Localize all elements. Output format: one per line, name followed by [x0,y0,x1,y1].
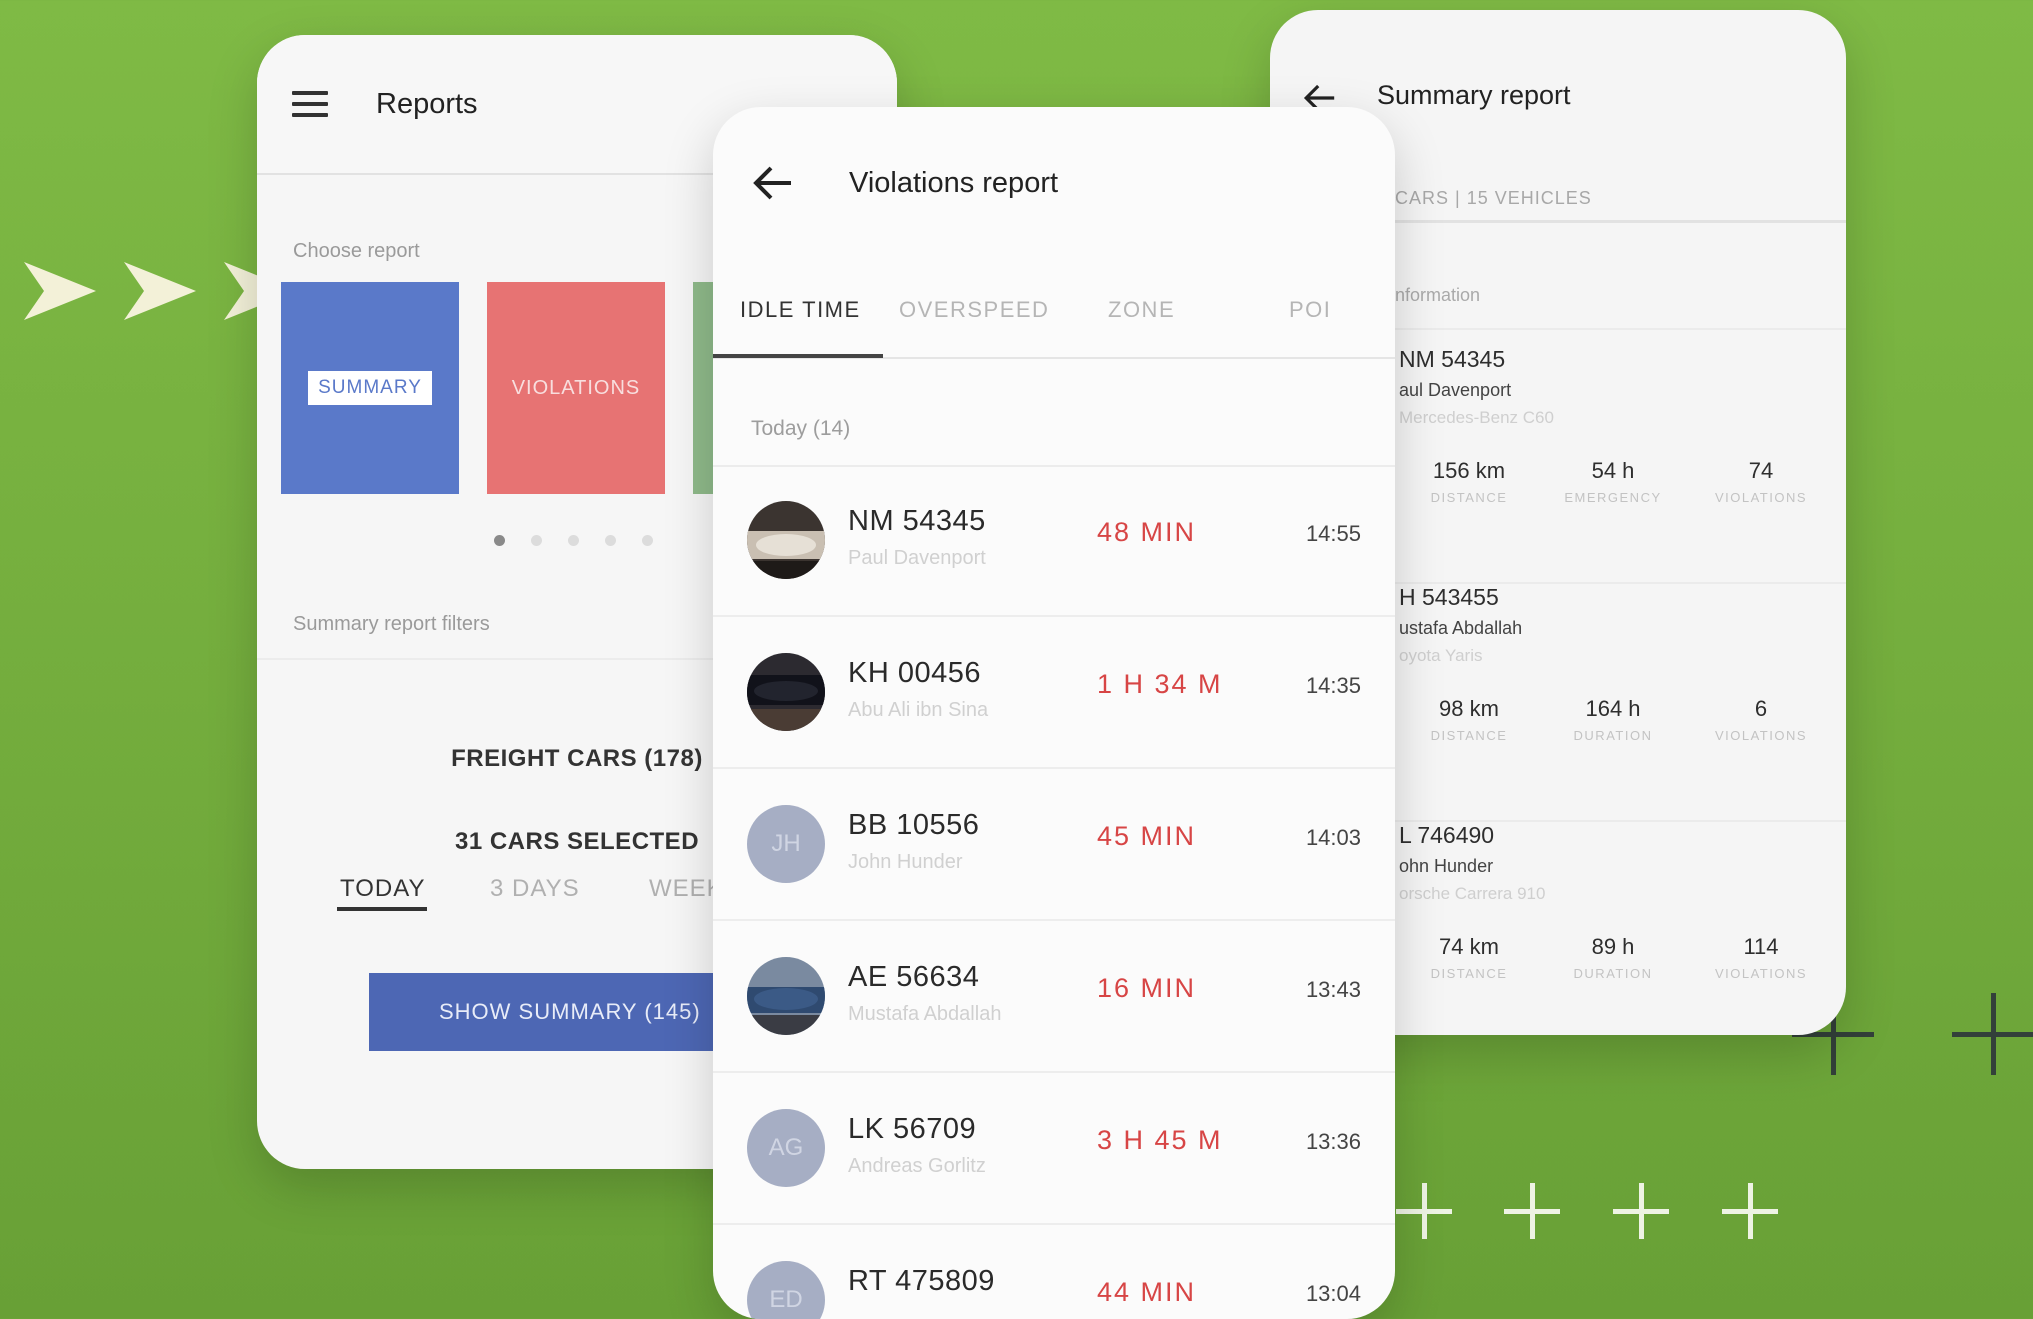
chevron-arrow-icon [124,262,196,320]
violation-type-tabs: IDLE TIME OVERSPEED ZONE POI [713,297,1395,359]
section-label: nformation [1395,285,1481,305]
tab-today[interactable]: TODAY [340,875,425,903]
stat-violations: 74 VIOLATIONS [1714,458,1808,505]
plus-decoration-icon [1504,1183,1560,1239]
plus-decoration-icon [1722,1183,1778,1239]
stat-violations: 114 VIOLATIONS [1714,934,1808,981]
back-arrow-icon[interactable] [751,163,793,203]
vehicle-plate: BB 10556 [848,809,980,841]
vehicle-plate: AE 56634 [848,961,980,993]
vehicle-plate: LK 56709 [848,1113,977,1145]
violation-row[interactable]: AE 56634 Mustafa Abdallah 16 MIN 13:43 [713,923,1395,1073]
summary-report-tile[interactable]: SUMMARY [281,282,459,494]
violation-row[interactable]: NM 54345 Paul Davenport 48 MIN 14:55 [713,467,1395,617]
tab-poi[interactable]: POI [1289,297,1331,323]
driver-initials-avatar: ED [747,1261,825,1319]
plus-decoration-icon [1396,1183,1452,1239]
driver-name: ohn Hunder [1399,856,1494,876]
divider [1395,328,1846,330]
violation-time: 14:55 [1305,521,1361,546]
driver-name: aul Davenport [1399,380,1512,400]
tab-zone[interactable]: ZONE [1108,297,1175,323]
car-model: oyota Yaris [1399,646,1483,665]
vehicle-plate: NM 54345 [848,505,986,537]
vehicle-plate: NM 54345 [1399,346,1506,372]
plus-decoration-icon [1952,993,2033,1075]
tab-overspeed[interactable]: OVERSPEED [899,297,1049,323]
stat-violations: 6 VIOLATIONS [1714,696,1808,743]
vehicle-plate: H 543455 [1399,584,1499,610]
chevron-arrow-icon [24,262,96,320]
tab-3-days[interactable]: 3 DAYS [490,875,580,903]
choose-report-label: Choose report [293,240,420,262]
violation-duration: 1 H 34 M [1097,669,1223,699]
pagination-dot[interactable] [531,535,542,546]
violation-time: 13:04 [1305,1281,1361,1306]
pagination-dot[interactable] [494,535,505,546]
tab-idle-time[interactable]: IDLE TIME [740,297,861,323]
violation-duration: 3 H 45 M [1097,1125,1223,1155]
driver-name: Paul Davenport [848,547,986,569]
violation-time: 14:03 [1305,825,1361,850]
vehicle-plate: L 746490 [1399,822,1495,848]
vehicle-summary-entry[interactable]: NM 54345 aul Davenport Mercedes-Benz C60… [1395,346,1846,584]
pagination-dot[interactable] [568,535,579,546]
page-title: Reports [376,87,478,120]
carousel-pagination [494,535,653,546]
stat-distance: 74 km DISTANCE [1430,934,1508,981]
page-title: Summary report [1377,80,1571,110]
tile-label: VIOLATIONS [511,376,641,399]
violation-time: 13:43 [1305,977,1361,1002]
pagination-dot[interactable] [642,535,653,546]
vehicle-summary-entry[interactable]: L 746490 ohn Hunder orsche Carrera 910 7… [1395,822,1846,1035]
vehicle-plate: RT 475809 [848,1265,995,1297]
vehicle-plate: KH 00456 [848,657,981,689]
driver-name: Mustafa Abdallah [848,1003,1002,1025]
divider [1395,220,1846,223]
violation-row[interactable]: AG LK 56709 Andreas Gorlitz 3 H 45 M 13:… [713,1075,1395,1225]
driver-initials-avatar: JH [747,805,825,883]
tile-label: SUMMARY [308,371,432,405]
violation-time: 13:36 [1305,1129,1361,1154]
driver-name: ustafa Abdallah [1399,618,1523,638]
show-summary-button[interactable]: SHOW SUMMARY (145) [369,973,769,1051]
car-model: Mercedes-Benz C60 [1399,408,1554,427]
violation-duration: 44 MIN [1097,1277,1197,1307]
violations-report-screen: Violations report IDLE TIME OVERSPEED ZO… [713,107,1395,1319]
violation-time: 14:35 [1305,673,1361,698]
stat-distance: 98 km DISTANCE [1430,696,1508,743]
plus-decoration-icon [1613,1183,1669,1239]
vehicle-summary-entry[interactable]: H 543455 ustafa Abdallah oyota Yaris 98 … [1395,584,1846,822]
violation-row[interactable]: KH 00456 Abu Ali ibn Sina 1 H 34 M 14:35 [713,619,1395,769]
active-tab-indicator [713,354,883,358]
active-tab-indicator [337,907,427,911]
vehicle-count-subtitle: CARS | 15 VEHICLES [1395,188,1592,208]
app-bar: Violations report [713,107,1395,259]
stat-duration: 164 h DURATION [1573,696,1653,743]
violation-duration: 16 MIN [1097,973,1197,1003]
stat-duration: 89 h DURATION [1573,934,1653,981]
driver-name: John Hunder [848,851,963,873]
driver-name: Abu Ali ibn Sina [848,699,989,721]
filters-label: Summary report filters [293,613,490,635]
violations-report-tile[interactable]: VIOLATIONS [487,282,665,494]
menu-icon[interactable] [292,91,328,117]
car-photo-avatar [747,957,825,1035]
violation-duration: 48 MIN [1097,517,1197,547]
violation-row[interactable]: JH BB 10556 John Hunder 45 MIN 14:03 [713,771,1395,921]
violation-duration: 45 MIN [1097,821,1197,851]
car-photo-avatar [747,653,825,731]
stat-emergency: 54 h EMERGENCY [1564,458,1662,505]
driver-initials-avatar: AG [747,1109,825,1187]
car-photo-avatar [747,501,825,579]
pagination-dot[interactable] [605,535,616,546]
violation-row[interactable]: ED RT 475809 44 MIN 13:04 [713,1227,1395,1319]
page-title: Violations report [849,166,1059,199]
stat-distance: 156 km DISTANCE [1430,458,1508,505]
car-model: orsche Carrera 910 [1399,884,1546,903]
list-section-header: Today (14) [751,417,851,440]
driver-name: Andreas Gorlitz [848,1155,986,1177]
